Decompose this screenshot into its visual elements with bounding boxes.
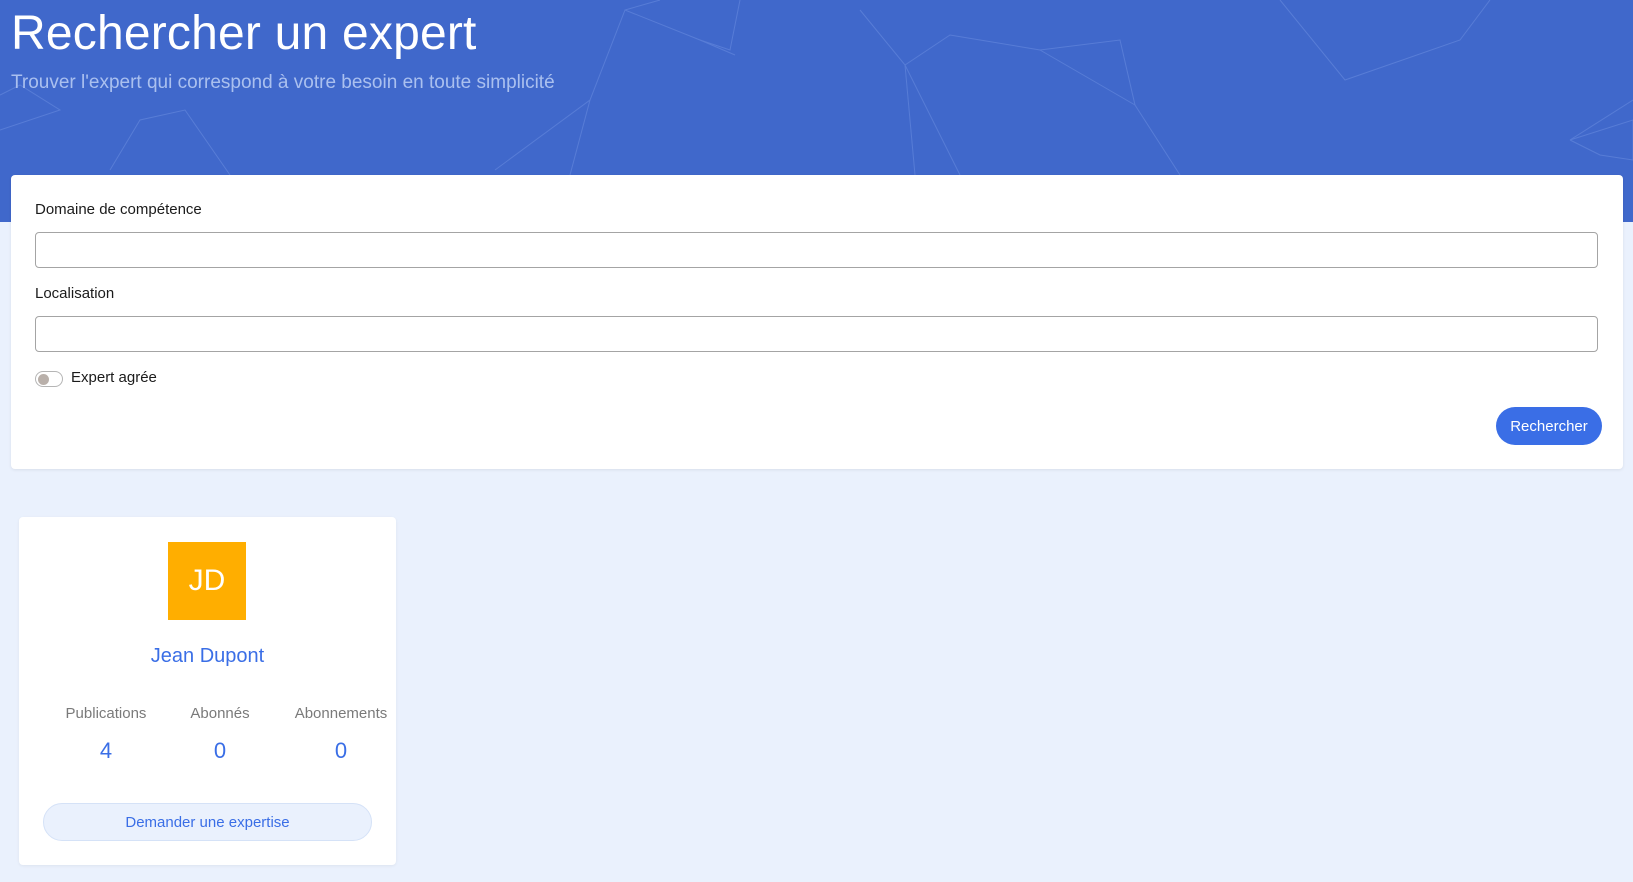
location-input[interactable] bbox=[35, 316, 1598, 352]
request-expertise-button[interactable]: Demander une expertise bbox=[43, 803, 372, 841]
expert-card: JD Jean Dupont Publications 4 Abonnés 0 … bbox=[19, 517, 396, 865]
approved-expert-label: Expert agrée bbox=[71, 369, 157, 386]
page-title: Rechercher un expert bbox=[11, 7, 477, 60]
toggle-knob bbox=[38, 374, 49, 385]
page-subtitle: Trouver l'expert qui correspond à votre … bbox=[11, 72, 555, 93]
search-form: Domaine de compétence Localisation Exper… bbox=[11, 175, 1623, 469]
location-label: Localisation bbox=[35, 285, 115, 302]
stat-value: 0 bbox=[213, 738, 227, 763]
stat-publications: Publications 4 bbox=[46, 705, 166, 764]
expert-name-link[interactable]: Jean Dupont bbox=[19, 645, 396, 668]
stat-following: Abonnements 0 bbox=[281, 705, 401, 764]
domain-label: Domaine de compétence bbox=[35, 201, 202, 218]
stat-label: Abonnements bbox=[294, 705, 388, 722]
stat-value: 4 bbox=[99, 738, 113, 763]
avatar: JD bbox=[168, 542, 246, 620]
domain-input[interactable] bbox=[35, 232, 1598, 268]
stat-label: Publications bbox=[65, 705, 147, 722]
stat-label: Abonnés bbox=[190, 705, 250, 722]
approved-expert-toggle[interactable] bbox=[35, 371, 63, 387]
search-button[interactable]: Rechercher bbox=[1496, 407, 1602, 445]
stat-value: 0 bbox=[334, 738, 348, 763]
stat-followers: Abonnés 0 bbox=[160, 705, 280, 764]
